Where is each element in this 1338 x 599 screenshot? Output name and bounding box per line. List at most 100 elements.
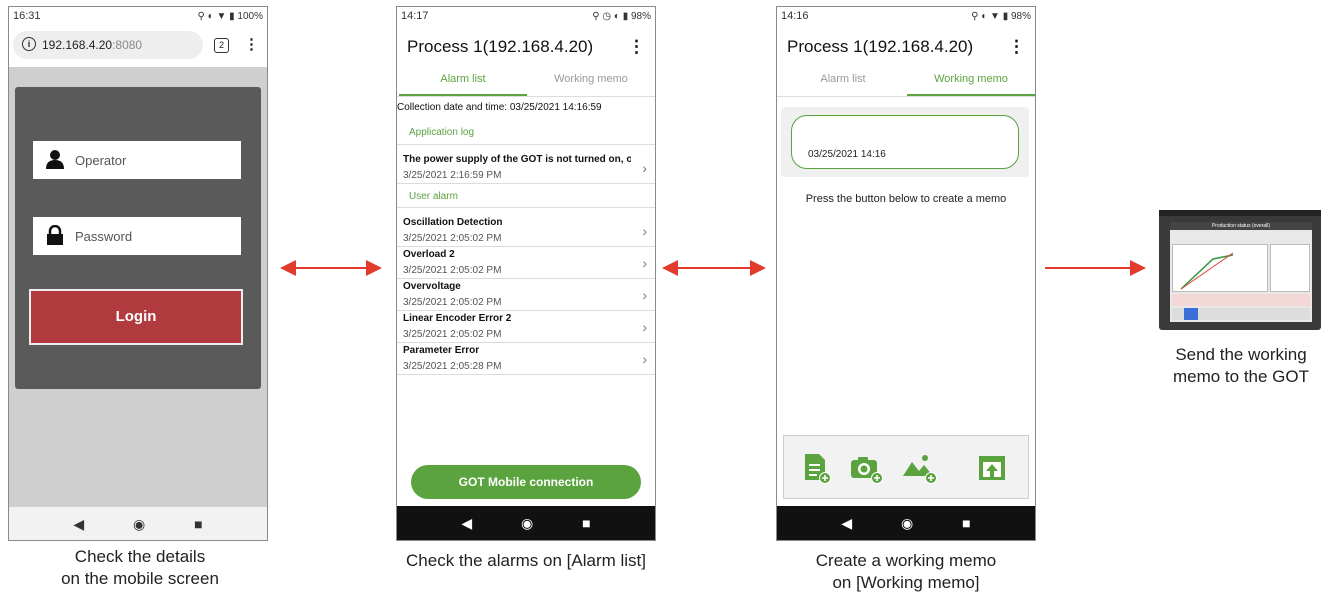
arrow-head-left-icon: [662, 260, 678, 276]
home-icon[interactable]: ◉: [133, 516, 145, 533]
app-title: Process 1(192.168.4.20): [407, 37, 594, 56]
operator-placeholder: Operator: [75, 153, 127, 168]
user-alarm-item[interactable]: Oscillation Detection 3/25/2021 2:05:02 …: [397, 215, 655, 247]
alarm-date: 3/25/2021 2:05:02 PM: [403, 265, 502, 276]
chevron-right-icon: ›: [642, 255, 647, 271]
alarm-date: 3/25/2021 2:05:02 PM: [403, 329, 502, 340]
section-application-log: Application log: [409, 127, 475, 138]
user-alarm-item[interactable]: Overload 2 3/25/2021 2:05:02 PM ›: [397, 247, 655, 279]
password-field[interactable]: Password: [33, 217, 241, 255]
nav-bar: ◀ ◉ ■: [397, 506, 655, 540]
lock-icon: [47, 225, 63, 245]
overflow-menu-icon[interactable]: ⋮: [1008, 37, 1025, 57]
arrow-head-left-icon: [280, 260, 296, 276]
home-icon[interactable]: ◉: [521, 515, 533, 532]
got-trend-graph: [1180, 252, 1234, 290]
recents-icon[interactable]: ■: [582, 515, 590, 531]
status-bar: 14:17 ⚲ ◷ ◐ ▮ 98%: [397, 7, 655, 25]
collection-datetime: Collection date and time: 03/25/2021 14:…: [397, 102, 602, 113]
nav-bar: ◀ ◉ ■: [777, 506, 1035, 540]
browser-url-bar[interactable]: i 192.168.4.20:8080: [13, 31, 203, 59]
caption-1: Check the details on the mobile screen: [61, 547, 219, 588]
got-screen: Production status (overall): [1170, 222, 1312, 322]
login-button[interactable]: Login: [29, 289, 243, 345]
back-icon[interactable]: ◀: [461, 515, 472, 532]
user-alarm-item[interactable]: Linear Encoder Error 2 3/25/2021 2:05:02…: [397, 311, 655, 343]
alarm-date: 3/25/2021 2:05:02 PM: [403, 297, 502, 308]
user-alarm-item[interactable]: Parameter Error 3/25/2021 2:05:28 PM ›: [397, 343, 655, 375]
double-arrow-2: [672, 267, 752, 269]
alarm-title: Linear Encoder Error 2: [403, 313, 512, 324]
recents-icon[interactable]: ■: [962, 515, 970, 531]
back-icon[interactable]: ◀: [73, 516, 84, 533]
alarm-title: Overload 2: [403, 249, 455, 260]
status-icons: ⚲ ◐ ▼ ▮ 100%: [197, 10, 263, 22]
got-chart-area: [1172, 244, 1268, 292]
app-log-date: 3/25/2021 2:16:59 PM: [403, 170, 502, 181]
password-placeholder: Password: [75, 229, 133, 244]
chevron-right-icon: ›: [642, 319, 647, 335]
got-values-panel: [1270, 244, 1310, 292]
chevron-right-icon: ›: [642, 287, 647, 303]
chevron-right-icon: ›: [642, 351, 647, 367]
arrow-head-right-icon: [1130, 260, 1146, 276]
arrow-head-right-icon: [366, 260, 382, 276]
got-top-bezel: [1159, 210, 1321, 216]
tab-divider: [777, 96, 1035, 97]
alarm-title: Oscillation Detection: [403, 217, 503, 228]
status-time: 14:16: [781, 10, 809, 22]
operator-field[interactable]: Operator: [33, 141, 241, 179]
back-icon[interactable]: ◀: [841, 515, 852, 532]
app-title: Process 1(192.168.4.20): [787, 37, 974, 56]
status-bar: 16:31 ⚲ ◐ ▼ ▮ 100%: [9, 7, 267, 25]
send-to-got-icon[interactable]: [977, 452, 1007, 484]
got-log-panel: [1172, 294, 1310, 306]
add-image-icon[interactable]: [901, 452, 939, 484]
tab-count-button[interactable]: 2: [214, 38, 229, 53]
url-text[interactable]: 192.168.4.20:8080: [42, 38, 142, 52]
got-screen-title: Production status (overall): [1170, 222, 1312, 230]
caption-2: Check the alarms on [Alarm list]: [406, 551, 646, 570]
status-icons: ⚲ ◷ ◐ ▮ 98%: [592, 10, 651, 22]
add-document-icon[interactable]: [803, 452, 831, 484]
app-log-title: The power supply of the GOT is not turne…: [403, 154, 631, 165]
got-device: Production status (overall): [1159, 210, 1321, 330]
status-bar: 14:16 ⚲ ◐ ▼ ▮ 98%: [777, 7, 1035, 25]
add-photo-camera-icon[interactable]: [849, 452, 885, 484]
arrow-head-right-icon: [750, 260, 766, 276]
tab-alarm-list[interactable]: Alarm list: [779, 73, 907, 85]
app-log-item[interactable]: The power supply of the GOT is not turne…: [397, 152, 655, 184]
memo-card-inner: 03/25/2021 14:16: [791, 115, 1019, 169]
info-icon[interactable]: i: [22, 37, 36, 51]
recents-icon[interactable]: ■: [194, 516, 202, 532]
status-time: 16:31: [13, 10, 41, 22]
caption-3: Create a working memo on [Working memo]: [815, 551, 997, 592]
browser-menu-icon[interactable]: ⋮: [244, 35, 259, 53]
phone-working-memo: 14:16 ⚲ ◐ ▼ ▮ 98% Process 1(192.168.4.20…: [776, 6, 1036, 541]
nav-bar: ◀ ◉ ■: [9, 507, 267, 540]
overflow-menu-icon[interactable]: ⋮: [628, 37, 645, 57]
chevron-right-icon: ›: [642, 223, 647, 239]
alarm-title: Parameter Error: [403, 345, 480, 356]
caption-4: Send the working memo to the GOT: [1172, 345, 1310, 386]
double-arrow-1: [290, 267, 370, 269]
alarm-date: 3/25/2021 2:05:28 PM: [403, 361, 502, 372]
memo-card[interactable]: 03/25/2021 14:16: [781, 107, 1029, 177]
divider: [397, 144, 655, 145]
got-selected-button: [1184, 308, 1198, 320]
chevron-right-icon: ›: [642, 160, 647, 176]
single-arrow: [1045, 267, 1135, 269]
user-icon: [46, 150, 64, 169]
user-alarm-item[interactable]: Overvoltage 3/25/2021 2:05:02 PM ›: [397, 279, 655, 311]
tab-working-memo[interactable]: Working memo: [907, 73, 1035, 85]
memo-date: 03/25/2021 14:16: [808, 149, 886, 160]
tab-working-memo[interactable]: Working memo: [527, 73, 655, 85]
divider: [397, 207, 655, 208]
status-time: 14:17: [401, 10, 429, 22]
tab-alarm-list[interactable]: Alarm list: [399, 73, 527, 85]
got-mobile-connection-button[interactable]: GOT Mobile connection: [411, 465, 641, 499]
phone-login-screen: 16:31 ⚲ ◐ ▼ ▮ 100% i 192.168.4.20:8080 2…: [8, 6, 268, 541]
alarm-date: 3/25/2021 2:05:02 PM: [403, 233, 502, 244]
home-icon[interactable]: ◉: [901, 515, 913, 532]
tab-divider: [397, 96, 655, 97]
